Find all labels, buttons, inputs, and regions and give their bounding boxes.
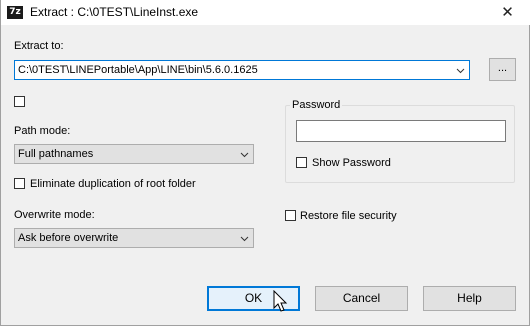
restore-security-checkbox[interactable] bbox=[285, 210, 296, 221]
overwrite-mode-label: Overwrite mode: bbox=[14, 209, 95, 221]
overwrite-mode-select[interactable]: Ask before overwrite bbox=[14, 228, 254, 248]
path-mode-label: Path mode: bbox=[14, 125, 71, 137]
extract-to-label: Extract to: bbox=[14, 40, 64, 52]
mouse-pointer-icon bbox=[273, 290, 288, 312]
eliminate-duplication-label: Eliminate duplication of root folder bbox=[30, 178, 196, 190]
path-mode-value: Full pathnames bbox=[18, 148, 94, 160]
unlabeled-checkbox[interactable] bbox=[14, 96, 25, 107]
extract-path-value: C:\0TEST\LINEPortable\App\LINE\bin\5.6.0… bbox=[18, 64, 258, 76]
browse-button[interactable]: ... bbox=[489, 58, 516, 81]
chevron-down-icon[interactable] bbox=[240, 234, 249, 243]
show-password-checkbox[interactable] bbox=[296, 157, 307, 168]
restore-security-label: Restore file security bbox=[300, 210, 397, 222]
close-icon[interactable]: ✕ bbox=[485, 0, 530, 25]
extract-dialog: 7z Extract : C:\0TEST\LineInst.exe ✕ Ext… bbox=[0, 0, 530, 326]
window-title: Extract : C:\0TEST\LineInst.exe bbox=[30, 5, 199, 19]
extract-path-combobox[interactable]: C:\0TEST\LINEPortable\App\LINE\bin\5.6.0… bbox=[14, 60, 470, 80]
help-button[interactable]: Help bbox=[423, 286, 516, 311]
chevron-down-icon[interactable] bbox=[456, 66, 465, 75]
path-mode-select[interactable]: Full pathnames bbox=[14, 144, 254, 164]
chevron-down-icon[interactable] bbox=[240, 150, 249, 159]
password-group-label: Password bbox=[290, 99, 343, 111]
overwrite-mode-value: Ask before overwrite bbox=[18, 232, 119, 244]
eliminate-duplication-checkbox[interactable] bbox=[14, 178, 25, 189]
password-input[interactable] bbox=[296, 120, 506, 142]
title-bar: 7z Extract : C:\0TEST\LineInst.exe ✕ bbox=[1, 0, 530, 25]
7zip-app-icon: 7z bbox=[7, 6, 23, 19]
password-groupbox: Password bbox=[285, 99, 515, 183]
show-password-label: Show Password bbox=[312, 157, 391, 169]
cancel-button[interactable]: Cancel bbox=[315, 286, 408, 311]
